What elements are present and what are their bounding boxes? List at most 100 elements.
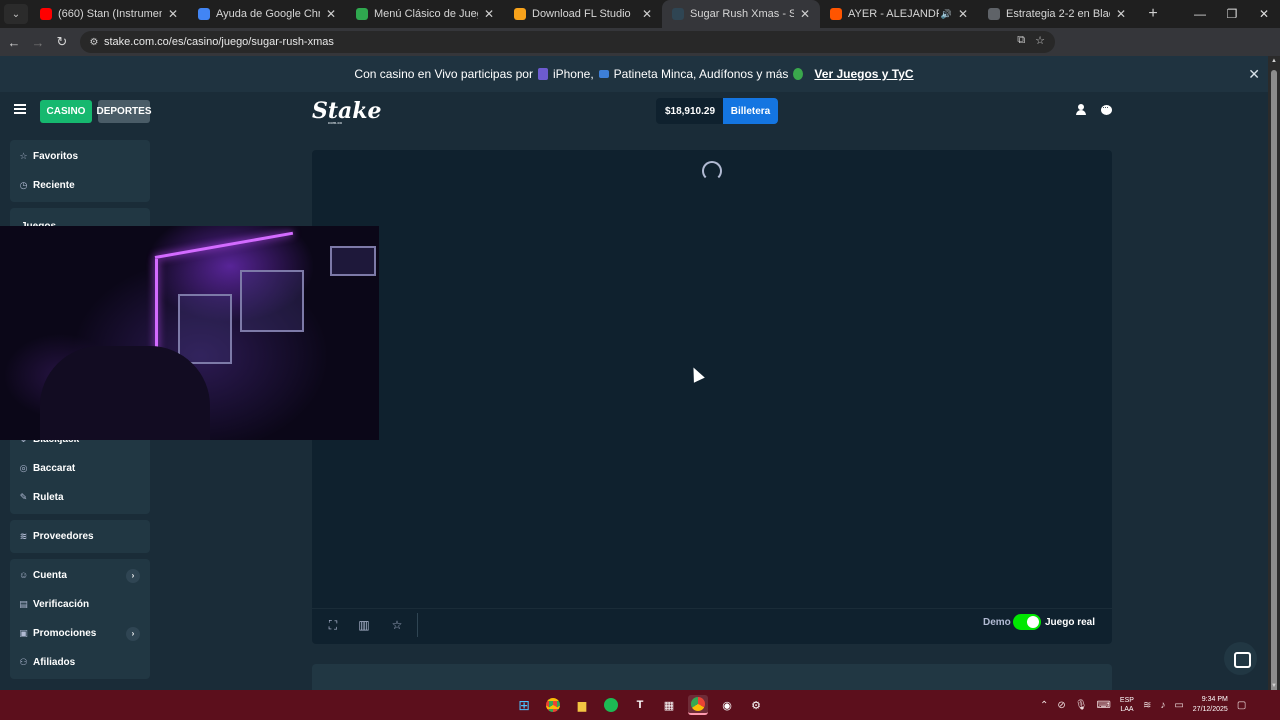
spotify-icon[interactable] — [601, 695, 621, 715]
windows-start-icon[interactable]: ⊞ — [514, 695, 534, 715]
tradingview-icon[interactable]: T — [630, 695, 650, 715]
fullscreen-icon[interactable]: ⛶ — [326, 618, 340, 632]
address-bar[interactable]: ⚙ stake.com.co/es/casino/juego/sugar-rus… — [80, 31, 1055, 53]
sports-button[interactable]: DEPORTES — [97, 100, 152, 123]
sidebar-item-verification[interactable]: ▤ Verificación — [10, 590, 150, 619]
promo-link[interactable]: Ver Juegos y TyC — [814, 67, 913, 81]
sidebar-item-affiliates[interactable]: ⚇ Afiliados — [10, 648, 150, 677]
tab-search-button[interactable]: ⌄ — [4, 4, 28, 24]
chrome-icon[interactable] — [543, 695, 563, 715]
sidebar-item-providers[interactable]: ≋ Proveedores — [10, 522, 150, 551]
tray-overflow-icon[interactable]: ⌃ — [1040, 700, 1048, 711]
close-tab-icon[interactable]: ✕ — [166, 7, 180, 21]
live-chat-button[interactable] — [1224, 642, 1257, 675]
browser-tab[interactable]: Estrategia 2-2 en Blackjack ✕ — [978, 0, 1136, 28]
microphone-icon[interactable]: 🎙 — [1075, 700, 1088, 711]
globe-icon — [988, 8, 1000, 20]
sidebar-item-favorites[interactable]: ☆ Favoritos — [10, 142, 150, 171]
chrome-active-icon[interactable] — [688, 695, 708, 715]
sidebar-item-baccarat[interactable]: ◎ Baccarat — [10, 454, 150, 483]
sidebar-item-promotions[interactable]: ▣ Promociones › — [10, 619, 150, 648]
chevron-right-icon[interactable]: › — [126, 569, 140, 583]
casino-button[interactable]: CASINO — [40, 100, 92, 123]
wallet-button[interactable]: Billetera — [723, 98, 778, 124]
sidebar-group-account: ☺ Cuenta › ▤ Verificación ▣ Promociones … — [10, 559, 150, 679]
divider — [417, 613, 418, 637]
close-tab-icon[interactable]: ✕ — [1114, 7, 1128, 21]
site-info-icon[interactable]: ⚙ — [84, 37, 104, 48]
scrollbar-thumb[interactable] — [1271, 70, 1277, 700]
browser-tab[interactable]: Ayuda de Google Chrome ✕ — [188, 0, 346, 28]
promo-text: Con casino en Vivo participas por — [354, 67, 533, 81]
keyboard-icon[interactable]: ⌨ — [1096, 700, 1110, 711]
file-explorer-icon[interactable]: ▆ — [572, 695, 592, 715]
led-strip — [154, 231, 294, 259]
fl-studio-icon — [514, 8, 526, 20]
phone-emoji-icon — [537, 68, 548, 80]
sidebar-item-label: Cuenta — [33, 570, 67, 581]
close-window-button[interactable]: ✕ — [1248, 0, 1280, 28]
chat-icon[interactable] — [1101, 102, 1112, 115]
scroll-down-icon[interactable]: ▼ — [1270, 683, 1278, 689]
demo-label: Demo — [983, 617, 1011, 628]
minimize-button[interactable]: — — [1184, 0, 1216, 28]
volume-icon[interactable]: ♪ — [1160, 700, 1165, 711]
promo-banner: Con casino en Vivo participas por iPhone… — [0, 56, 1268, 92]
back-button[interactable]: ← — [2, 30, 26, 54]
browser-tab[interactable]: AYER - ALEJANDRA DAZA L🔊 ✕ — [820, 0, 978, 28]
tab-list: (660) Stan (Instrumental) - YouT✕Ayuda d… — [30, 0, 1136, 28]
browser-tab[interactable]: Menú Clásico de Juegos Friv | F ✕ — [346, 0, 504, 28]
real-mode-toggle[interactable] — [1013, 614, 1041, 630]
roulette-icon: ✎ — [19, 492, 28, 502]
location-off-icon[interactable]: ⊘ — [1057, 700, 1065, 711]
bookmark-star-icon[interactable]: ☆ — [1035, 34, 1045, 47]
stake-logo[interactable]: Stake com.co — [312, 98, 382, 125]
sidebar-group-providers: ≋ Proveedores — [10, 520, 150, 553]
maximize-button[interactable]: ❐ — [1216, 0, 1248, 28]
install-icon[interactable]: ⧉ — [1017, 34, 1025, 47]
skateboard-emoji-icon — [598, 70, 609, 78]
url-text[interactable]: stake.com.co/es/casino/juego/sugar-rush-… — [104, 36, 334, 48]
sidebar-item-recent[interactable]: ◷ Reciente — [10, 171, 150, 200]
menu-icon[interactable] — [14, 104, 26, 114]
favorite-star-icon[interactable]: ☆ — [390, 618, 404, 632]
chevron-right-icon[interactable]: › — [126, 627, 140, 641]
settings-gear-icon[interactable]: ⚙ — [746, 695, 766, 715]
forward-button[interactable]: → — [26, 30, 50, 54]
battery-icon[interactable]: ▭ — [1174, 700, 1183, 711]
notifications-icon[interactable]: ▢ — [1237, 700, 1246, 711]
clock[interactable]: 9:34 PM 27/12/2025 — [1193, 695, 1228, 715]
capture-app-icon[interactable]: ▦ — [659, 695, 679, 715]
sidebar-item-account[interactable]: ☺ Cuenta › — [10, 561, 150, 590]
wifi-icon[interactable]: ≋ — [1143, 700, 1151, 711]
close-icon[interactable]: ✕ — [1248, 66, 1260, 83]
game-frame[interactable] — [312, 150, 1112, 608]
logo-text: Stake — [312, 98, 382, 124]
close-tab-icon[interactable]: ✕ — [324, 7, 338, 21]
theatre-mode-icon[interactable]: ▥ — [357, 618, 371, 632]
browser-tab[interactable]: Download FL Studio ✕ — [504, 0, 662, 28]
sidebar-item-label: Baccarat — [33, 463, 76, 474]
taskbar-apps: ⊞ ▆ T ▦ ◉ ⚙ — [514, 695, 766, 715]
system-tray: ⌃ ⊘ 🎙 ⌨ ESP LAA ≋ ♪ ▭ 9:34 PM 27/12/2025… — [1040, 695, 1246, 715]
obs-icon[interactable]: ◉ — [717, 695, 737, 715]
new-tab-button[interactable]: + — [1142, 5, 1164, 23]
lang-layout: LAA — [1120, 706, 1134, 713]
browser-tab[interactable]: Sugar Rush Xmas - Stake.com.c ✕ — [662, 0, 820, 28]
close-tab-icon[interactable]: ✕ — [956, 7, 970, 21]
user-icon[interactable] — [1075, 104, 1087, 116]
sidebar-item-roulette[interactable]: ✎ Ruleta — [10, 483, 150, 512]
sidebar-group-top: ☆ Favoritos ◷ Reciente — [10, 140, 150, 202]
close-tab-icon[interactable]: ✕ — [640, 7, 654, 21]
clover-emoji-icon — [793, 68, 804, 80]
balance-display[interactable]: $18,910.29 — [656, 98, 724, 124]
close-tab-icon[interactable]: ✕ — [482, 7, 496, 21]
sidebar-item-label: Proveedores — [33, 531, 94, 542]
close-tab-icon[interactable]: ✕ — [798, 7, 812, 21]
language-indicator[interactable]: ESP LAA — [1120, 696, 1134, 714]
speaker-icon[interactable]: 🔊 — [941, 9, 952, 20]
reload-button[interactable]: ↻ — [50, 30, 74, 54]
page-scrollbar[interactable]: ▲ ▼ — [1268, 56, 1280, 700]
scroll-up-icon[interactable]: ▲ — [1270, 58, 1278, 64]
browser-tab[interactable]: (660) Stan (Instrumental) - YouT ✕ — [30, 0, 188, 28]
